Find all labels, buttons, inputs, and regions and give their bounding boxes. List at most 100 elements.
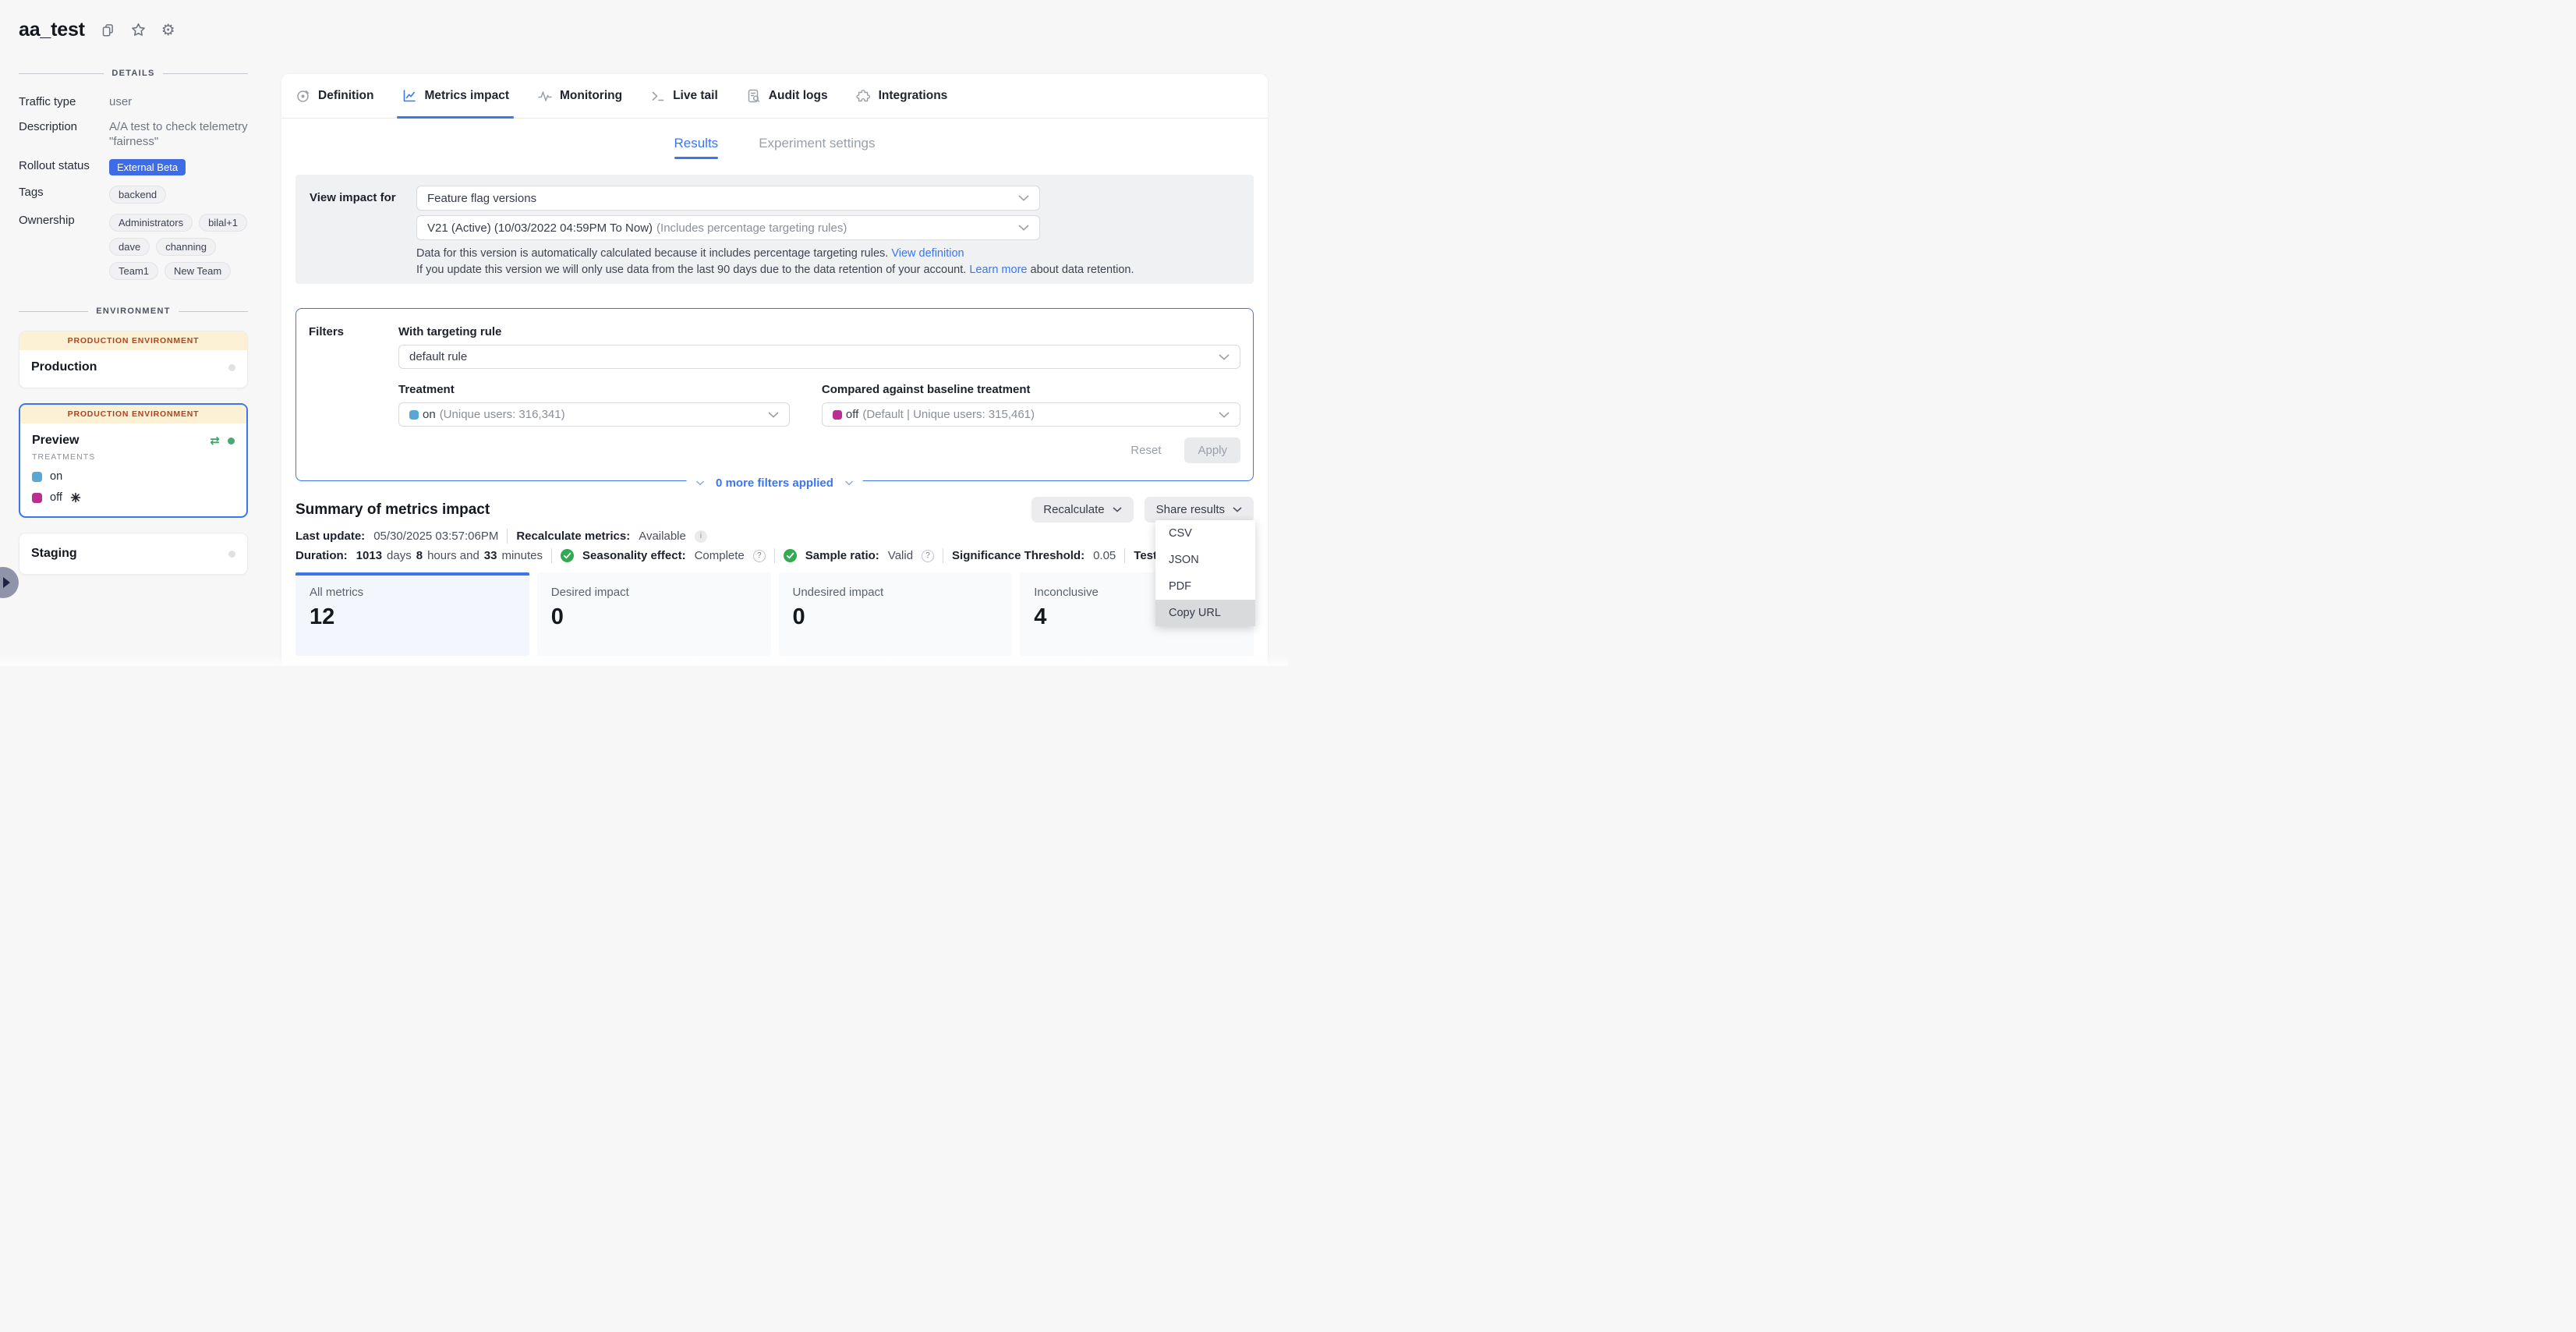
star-icon[interactable] bbox=[130, 22, 147, 38]
tab-label: Monitoring bbox=[560, 89, 622, 103]
info-icon[interactable]: i bbox=[695, 530, 707, 543]
treatments-heading: TREATMENTS bbox=[32, 452, 235, 462]
production-environment-banner: PRODUCTION ENVIRONMENT bbox=[19, 331, 247, 350]
version-select[interactable]: V21 (Active) (10/03/2022 04:59PM To Now)… bbox=[416, 215, 1040, 240]
details-divider: DETAILS bbox=[19, 69, 248, 78]
duration-minutes-unit: minutes bbox=[501, 549, 543, 562]
description-value: A/A test to check telemetry "fairness" bbox=[109, 120, 248, 150]
metric-card-label: All metrics bbox=[310, 586, 515, 599]
owner-pill[interactable]: channing bbox=[156, 238, 216, 256]
summary-header: Summary of metrics impact Recalculate Sh… bbox=[295, 497, 1254, 523]
details-heading: DETAILS bbox=[111, 69, 154, 78]
view-definition-link[interactable]: View definition bbox=[891, 247, 964, 260]
baseline-select[interactable]: off (Default | Unique users: 315,461) bbox=[822, 402, 1240, 427]
metric-card-value: 12 bbox=[310, 604, 515, 630]
more-filters-toggle[interactable]: 0 more filters applied bbox=[686, 476, 863, 490]
chevron-down-icon bbox=[1113, 507, 1122, 512]
recalculate-metrics-value: Available bbox=[639, 530, 686, 543]
rollout-status-badge[interactable]: External Beta bbox=[109, 159, 186, 175]
tab-monitoring[interactable]: Monitoring bbox=[537, 74, 622, 118]
ownership-label: Ownership bbox=[19, 214, 106, 227]
sidebar: DETAILS Traffic type user Description A/… bbox=[19, 69, 248, 575]
view-impact-section: View impact for Feature flag versions V2… bbox=[295, 175, 1254, 284]
treatment-on-swatch bbox=[32, 472, 42, 482]
environment-card-production[interactable]: PRODUCTION ENVIRONMENT Production bbox=[19, 331, 248, 388]
treatment-on-label: on bbox=[50, 470, 62, 483]
owner-pill[interactable]: Team1 bbox=[109, 262, 158, 280]
tab-label: Metrics impact bbox=[424, 89, 509, 103]
rollout-status-label: Rollout status bbox=[19, 159, 106, 172]
metric-card-value: 0 bbox=[551, 604, 757, 630]
tab-integrations[interactable]: Integrations bbox=[856, 74, 948, 118]
traffic-type-value: user bbox=[109, 95, 248, 110]
share-menu-item-copy-url[interactable]: Copy URL bbox=[1155, 600, 1255, 626]
main-tabs: Definition Metrics impact Monitoring bbox=[281, 74, 1268, 119]
tab-metrics-impact[interactable]: Metrics impact bbox=[402, 74, 509, 118]
targeting-rule-value: default rule bbox=[409, 350, 467, 363]
share-menu-item-csv[interactable]: CSV bbox=[1155, 520, 1255, 547]
tab-audit-logs[interactable]: Audit logs bbox=[746, 74, 828, 118]
environment-name: Staging bbox=[31, 547, 77, 561]
page-header: aa_test ⚙ bbox=[19, 19, 175, 41]
treatment-select[interactable]: on (Unique users: 316,341) bbox=[398, 402, 790, 427]
owner-pill[interactable]: dave bbox=[109, 238, 150, 256]
chevron-right-icon bbox=[3, 577, 16, 588]
share-results-button[interactable]: Share results bbox=[1145, 497, 1254, 523]
question-icon[interactable]: ? bbox=[753, 550, 766, 562]
gear-icon[interactable]: ⚙ bbox=[161, 23, 175, 38]
tab-live-tail[interactable]: Live tail bbox=[650, 74, 718, 118]
treatment-row-off: off bbox=[32, 491, 235, 504]
question-icon[interactable]: ? bbox=[922, 550, 934, 562]
subtab-experiment-settings[interactable]: Experiment settings bbox=[759, 136, 875, 159]
environment-divider: ENVIRONMENT bbox=[19, 306, 248, 316]
tag-pill[interactable]: backend bbox=[109, 186, 166, 204]
copy-icon[interactable] bbox=[100, 23, 115, 38]
share-menu-item-json[interactable]: JSON bbox=[1155, 547, 1255, 573]
apply-button[interactable]: Apply bbox=[1184, 438, 1240, 463]
recalculate-button[interactable]: Recalculate bbox=[1031, 497, 1133, 523]
status-row-1: Last update: 05/30/2025 03:57:06PM Recal… bbox=[295, 529, 1254, 544]
duration-hours-unit: hours and bbox=[427, 549, 479, 562]
metric-card-undesired-impact[interactable]: Undesired impact 0 bbox=[779, 572, 1013, 656]
subtab-results[interactable]: Results bbox=[674, 136, 719, 159]
page: aa_test ⚙ DETAILS Traffic type user Desc… bbox=[0, 0, 1288, 666]
owner-pill[interactable]: Administrators bbox=[109, 214, 193, 232]
environment-card-preview[interactable]: PRODUCTION ENVIRONMENT Preview ⇄ TREATME… bbox=[19, 403, 248, 518]
tab-label: Definition bbox=[318, 89, 373, 103]
targeting-rule-select[interactable]: default rule bbox=[398, 345, 1240, 369]
metric-card-label: Undesired impact bbox=[793, 586, 999, 599]
reset-button[interactable]: Reset bbox=[1131, 444, 1161, 457]
default-treatment-asterisk-icon bbox=[70, 492, 81, 503]
owner-pill[interactable]: bilal+1 bbox=[199, 214, 247, 232]
tab-definition[interactable]: Definition bbox=[295, 74, 373, 118]
chevron-down-icon bbox=[1233, 507, 1242, 512]
chevron-down-icon bbox=[695, 480, 704, 486]
treatment-value: on bbox=[423, 408, 436, 421]
check-circle-icon bbox=[561, 549, 574, 562]
filters-panel: Filters With targeting rule default rule… bbox=[295, 308, 1254, 481]
metric-card-desired-impact[interactable]: Desired impact 0 bbox=[537, 572, 771, 656]
treatment-on-swatch bbox=[409, 410, 419, 420]
environment-card-staging[interactable]: Staging bbox=[19, 533, 248, 575]
document-search-icon bbox=[746, 88, 762, 104]
target-icon bbox=[295, 88, 311, 104]
significance-threshold-label: Significance Threshold: bbox=[952, 549, 1085, 562]
chevron-down-icon bbox=[1018, 195, 1029, 201]
treatment-row-on: on bbox=[32, 470, 235, 483]
share-results-menu: CSV JSON PDF Copy URL bbox=[1155, 520, 1255, 626]
treatment-detail: (Unique users: 316,341) bbox=[440, 408, 565, 421]
status-row-2: Duration: 1013 days 8 hours and 33 minut… bbox=[295, 548, 1254, 563]
metric-card-all-metrics[interactable]: All metrics 12 bbox=[295, 572, 529, 656]
share-menu-item-pdf[interactable]: PDF bbox=[1155, 573, 1255, 600]
recalculate-button-label: Recalculate bbox=[1043, 503, 1104, 516]
environment-status-dot-active bbox=[228, 438, 235, 445]
duration-hours: 8 bbox=[416, 549, 423, 562]
sidebar-expand-handle[interactable] bbox=[0, 567, 19, 598]
duration-minutes: 33 bbox=[484, 549, 497, 562]
learn-more-link[interactable]: Learn more bbox=[969, 264, 1027, 276]
impact-scope-select[interactable]: Feature flag versions bbox=[416, 186, 1040, 211]
owner-pill[interactable]: New Team bbox=[165, 262, 231, 280]
baseline-detail: (Default | Unique users: 315,461) bbox=[862, 408, 1035, 421]
metric-card-label: Desired impact bbox=[551, 586, 757, 599]
last-update-value: 05/30/2025 03:57:06PM bbox=[373, 530, 498, 543]
